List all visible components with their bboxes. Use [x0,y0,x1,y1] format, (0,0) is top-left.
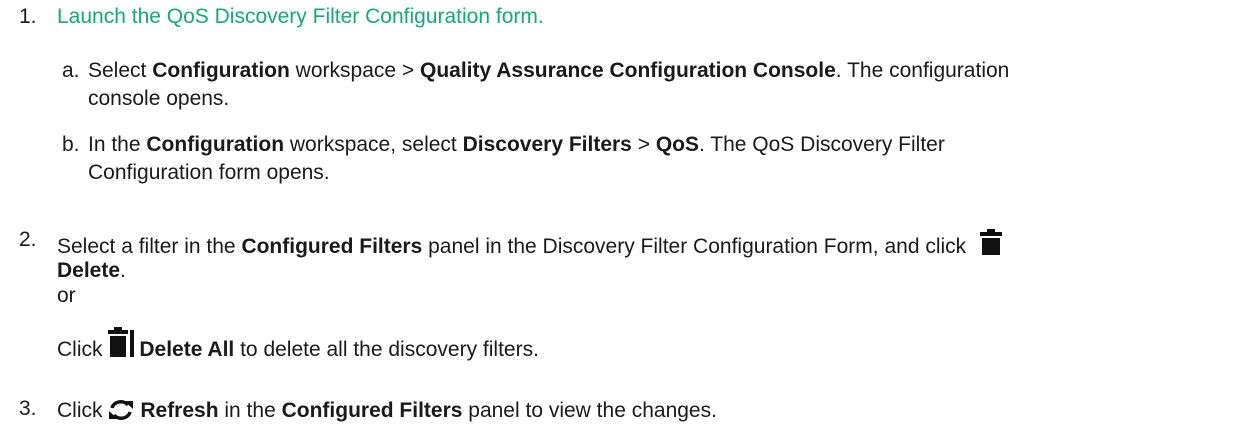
step-1b-text: In the Configuration workspace, select D… [88,133,945,156]
step-1a-text: Select Configuration workspace > Quality… [88,59,1010,82]
refresh-icon [108,399,134,428]
trash-all-icon [108,327,136,364]
step-1a-letter: a. [62,59,80,82]
step-2-alt-text: Click Delete All to delete all the disco… [57,327,539,364]
step-2-text: Select a filter in the Configured Filter… [57,229,1003,262]
or-text: or [57,284,76,307]
trash-icon [980,229,1003,262]
step-1a-text-cont: console opens. [88,87,230,110]
launch-form-link[interactable]: Launch the QoS Discovery Filter Configur… [57,5,544,28]
step-1b-text-cont: Configuration form opens. [88,161,330,184]
step-1b-letter: b. [62,133,80,156]
step-1-number: 1. [19,5,37,28]
step-3-text: Click Refresh in the Configured Filters … [57,398,717,428]
step-2-number: 2. [19,228,37,251]
step-2-text-cont: Delete. [57,259,126,282]
step-3-number: 3. [19,397,37,420]
